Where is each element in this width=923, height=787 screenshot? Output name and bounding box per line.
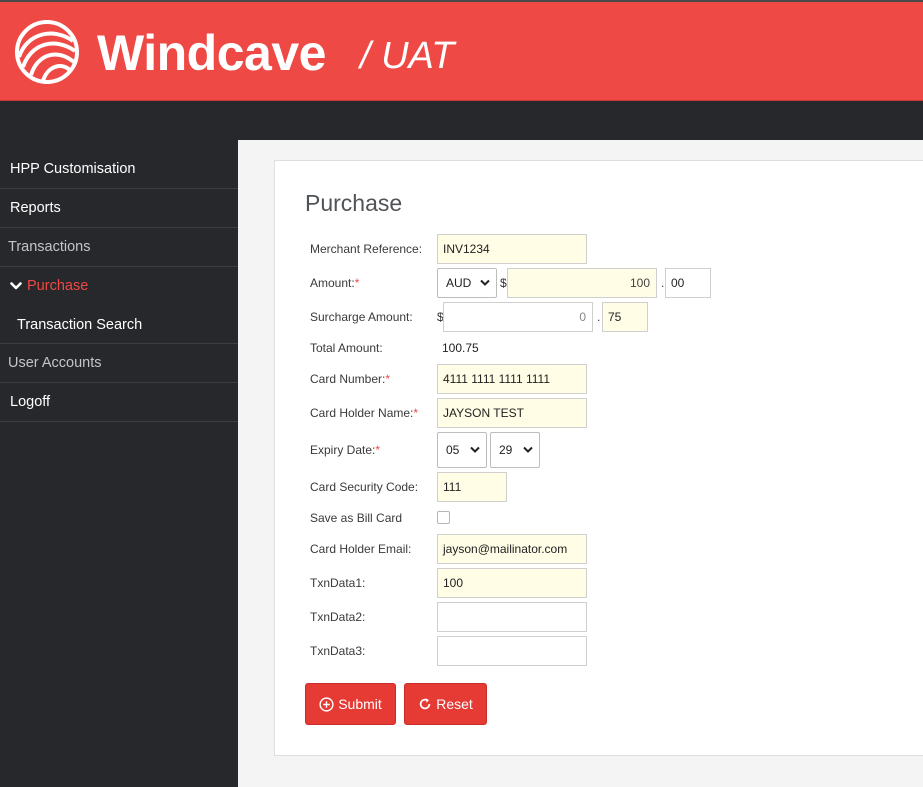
currency-select[interactable]: AUD: [437, 268, 497, 298]
sidebar-item-purchase[interactable]: Purchase: [0, 267, 238, 306]
card-security-code-label: Card Security Code:: [310, 480, 419, 494]
refresh-icon: [420, 698, 431, 710]
sidebar-item-transaction-search[interactable]: Transaction Search: [0, 306, 238, 344]
surcharge-cents-input[interactable]: 75: [602, 302, 648, 332]
chevron-down-icon: [480, 279, 490, 286]
top-nav-bar: [0, 101, 923, 140]
card-security-code-input[interactable]: 111: [437, 472, 507, 502]
required-marker: *: [375, 443, 381, 457]
surcharge-dollars-input[interactable]: 0: [443, 302, 593, 332]
windcave-logo-icon: [15, 20, 79, 84]
merchant-reference-input[interactable]: INV1234: [437, 234, 587, 264]
submit-button[interactable]: Submit: [305, 683, 396, 725]
plus-circle-icon: [319, 696, 334, 712]
sidebar-item-transactions[interactable]: Transactions: [0, 228, 238, 267]
sidebar-item-label: Purchase: [27, 278, 89, 294]
decimal-point: .: [597, 310, 601, 324]
sidebar-nav: HPP Customisation Reports Transactions P…: [0, 150, 238, 422]
sidebar-item-user-accounts[interactable]: User Accounts: [0, 344, 238, 383]
required-marker: *: [354, 276, 360, 290]
save-bill-card-checkbox[interactable]: [437, 511, 450, 524]
txndata2-input[interactable]: [437, 602, 587, 632]
sidebar-item-label: Transaction Search: [17, 317, 143, 333]
chevron-down-icon: [523, 446, 533, 453]
txndata1-label: TxnData1:: [310, 576, 366, 590]
sidebar-item-label: User Accounts: [8, 355, 102, 371]
reset-button[interactable]: Reset: [404, 683, 487, 725]
page-title: Purchase: [305, 190, 403, 216]
card-holder-email-label: Card Holder Email:: [310, 542, 412, 556]
chevron-down-icon: [470, 446, 480, 453]
txndata3-label: TxnData3:: [310, 644, 366, 658]
environment-label: / UAT: [360, 35, 455, 77]
card-holder-email-input[interactable]: jayson@mailinator.com: [437, 534, 587, 564]
surcharge-amount-label: Surcharge Amount:: [310, 310, 413, 324]
expiry-year-value: 29: [499, 443, 513, 457]
chevron-down-icon: [10, 282, 22, 290]
total-amount-label: Total Amount:: [310, 341, 383, 355]
sidebar: HPP Customisation Reports Transactions P…: [0, 140, 238, 787]
submit-button-label: Submit: [338, 696, 382, 712]
expiry-year-select[interactable]: 29: [490, 432, 540, 468]
brand-name: Windcave: [97, 25, 326, 81]
currency-symbol: $: [500, 276, 507, 290]
sidebar-item-label: Transactions: [8, 239, 91, 255]
expiry-month-value: 05: [446, 443, 460, 457]
total-amount-value: 100.75: [442, 341, 479, 355]
expiry-date-label: Expiry Date:*: [310, 443, 381, 457]
card-number-label: Card Number:*: [310, 372, 391, 386]
card-holder-name-input[interactable]: JAYSON TEST: [437, 398, 587, 428]
txndata3-input[interactable]: [437, 636, 587, 666]
expiry-month-select[interactable]: 05: [437, 432, 487, 468]
card-number-input[interactable]: 4111 1111 1111 1111: [437, 364, 587, 394]
amount-label: Amount:*: [310, 276, 360, 290]
txndata2-label: TxnData2:: [310, 610, 366, 624]
sidebar-item-label: Logoff: [10, 394, 51, 410]
sidebar-item-label: HPP Customisation: [10, 161, 136, 177]
sidebar-item-label: Reports: [10, 200, 61, 216]
reset-button-label: Reset: [436, 696, 473, 712]
sidebar-item-hpp-customisation[interactable]: HPP Customisation: [0, 150, 238, 189]
app-header: Windcave / UAT: [0, 0, 923, 101]
required-marker: *: [385, 372, 391, 386]
amount-cents-input[interactable]: 00: [665, 268, 711, 298]
sidebar-item-logoff[interactable]: Logoff: [0, 383, 238, 422]
card-holder-name-label: Card Holder Name:*: [310, 406, 419, 420]
save-bill-card-label: Save as Bill Card: [310, 511, 403, 525]
txndata1-input[interactable]: 100: [437, 568, 587, 598]
decimal-point: .: [661, 276, 665, 290]
currency-value: AUD: [446, 276, 472, 290]
required-marker: *: [413, 406, 419, 420]
merchant-reference-label: Merchant Reference:: [310, 242, 423, 256]
amount-dollars-input[interactable]: 100: [507, 268, 657, 298]
sidebar-item-reports[interactable]: Reports: [0, 189, 238, 228]
